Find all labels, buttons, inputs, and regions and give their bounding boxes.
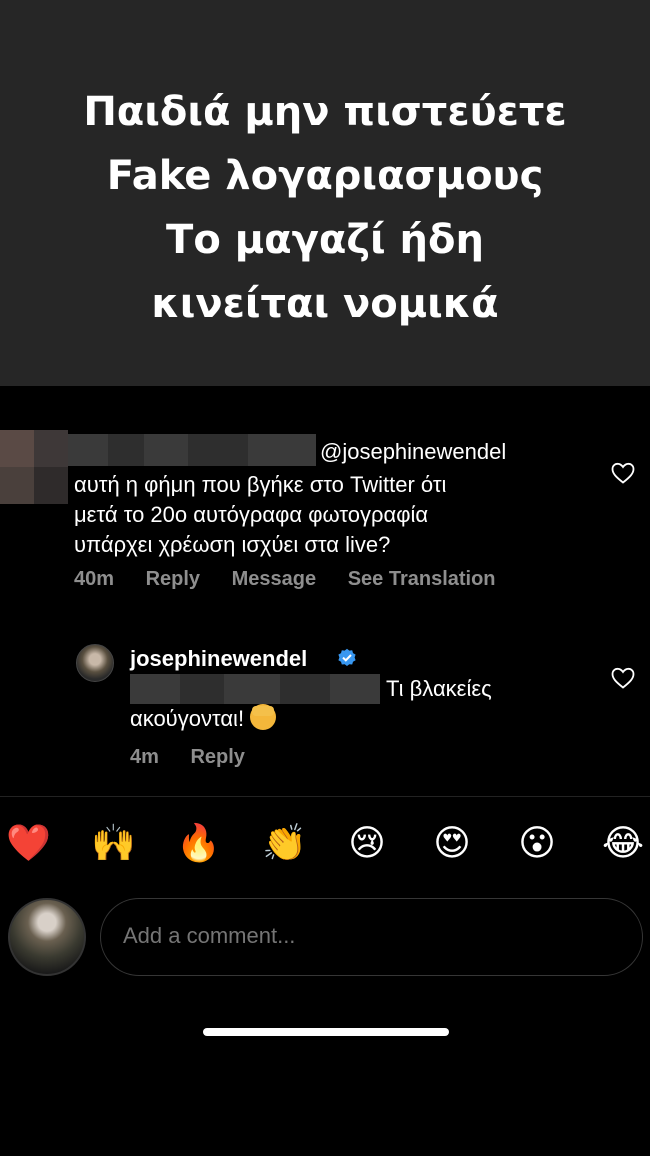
reply-meta: 4m Reply [130,746,271,769]
comment-input[interactable] [123,923,603,949]
comment-line: υπάρχει χρέωση ισχύει στα live? [74,532,391,557]
redacted-username [68,434,316,466]
comment-line: μετά το 20ο αυτόγραφα φωτογραφία [74,502,429,527]
avatar [8,898,86,976]
reply-item: josephinewendel Τι βλακείες ακούγονται! … [0,640,650,780]
banner-text: Παιδιά μην πιστεύετε Fake λογαριασμους Τ… [0,80,650,336]
banner-line: κινείται νομικά [151,281,499,327]
comment-text: αυτή η φήμη που βγήκε στο Twitter ότι με… [74,470,574,560]
reply-text: ακούγονται! [130,706,245,731]
reply-button[interactable]: Reply [146,568,200,590]
reply-button[interactable]: Reply [190,746,244,768]
comment-line: αυτή η φήμη που βγήκε στο Twitter ότι [74,472,447,497]
reply-text-line: ακούγονται! [130,704,277,732]
see-translation-button[interactable]: See Translation [348,568,496,590]
tears-of-joy-icon[interactable]: 😂 [602,824,644,864]
story-banner: Παιδιά μην πιστεύετε Fake λογαριασμους Τ… [0,0,650,386]
surprised-face-icon[interactable]: 😮 [517,824,557,864]
heart-eyes-icon[interactable]: 😍 [432,824,472,864]
redacted-avatar [0,430,68,504]
fire-icon[interactable]: 🔥 [176,824,221,864]
banner-line: Το μαγαζί ήδη [166,217,484,263]
redacted-mention [130,674,380,704]
red-heart-icon[interactable]: ❤️ [6,824,51,864]
divider [0,796,650,797]
reply-time: 4m [130,746,159,768]
banner-line: Fake λογαριασμους [106,153,544,199]
home-indicator[interactable] [203,1028,449,1036]
banner-line: Παιδιά μην πιστεύετε [83,89,567,135]
avatar[interactable] [76,644,114,682]
raising-hands-icon[interactable]: 🙌 [91,824,136,864]
reply-username[interactable]: josephinewendel [130,646,307,672]
verified-badge-icon [338,648,356,666]
mention-link[interactable]: @josephinewendel [320,439,506,465]
comment-box[interactable] [100,898,643,976]
like-heart-icon[interactable] [611,667,635,689]
comment-time: 40m [74,568,115,590]
quick-reactions-bar: ❤️ 🙌 🔥 👏 😢 😍 😮 😂 [0,820,650,870]
clapping-hands-icon[interactable]: 👏 [262,824,307,864]
facepalm-emoji-icon [250,704,277,730]
comment-item: @josephinewendel αυτή η φήμη που βγήκε σ… [0,430,650,610]
reply-text-line: Τι βλακείες [386,676,492,701]
comment-meta: 40m Reply Message See Translation [74,568,522,591]
message-button[interactable]: Message [232,568,317,590]
crying-face-icon[interactable]: 😢 [347,824,387,864]
like-heart-icon[interactable] [611,462,635,484]
